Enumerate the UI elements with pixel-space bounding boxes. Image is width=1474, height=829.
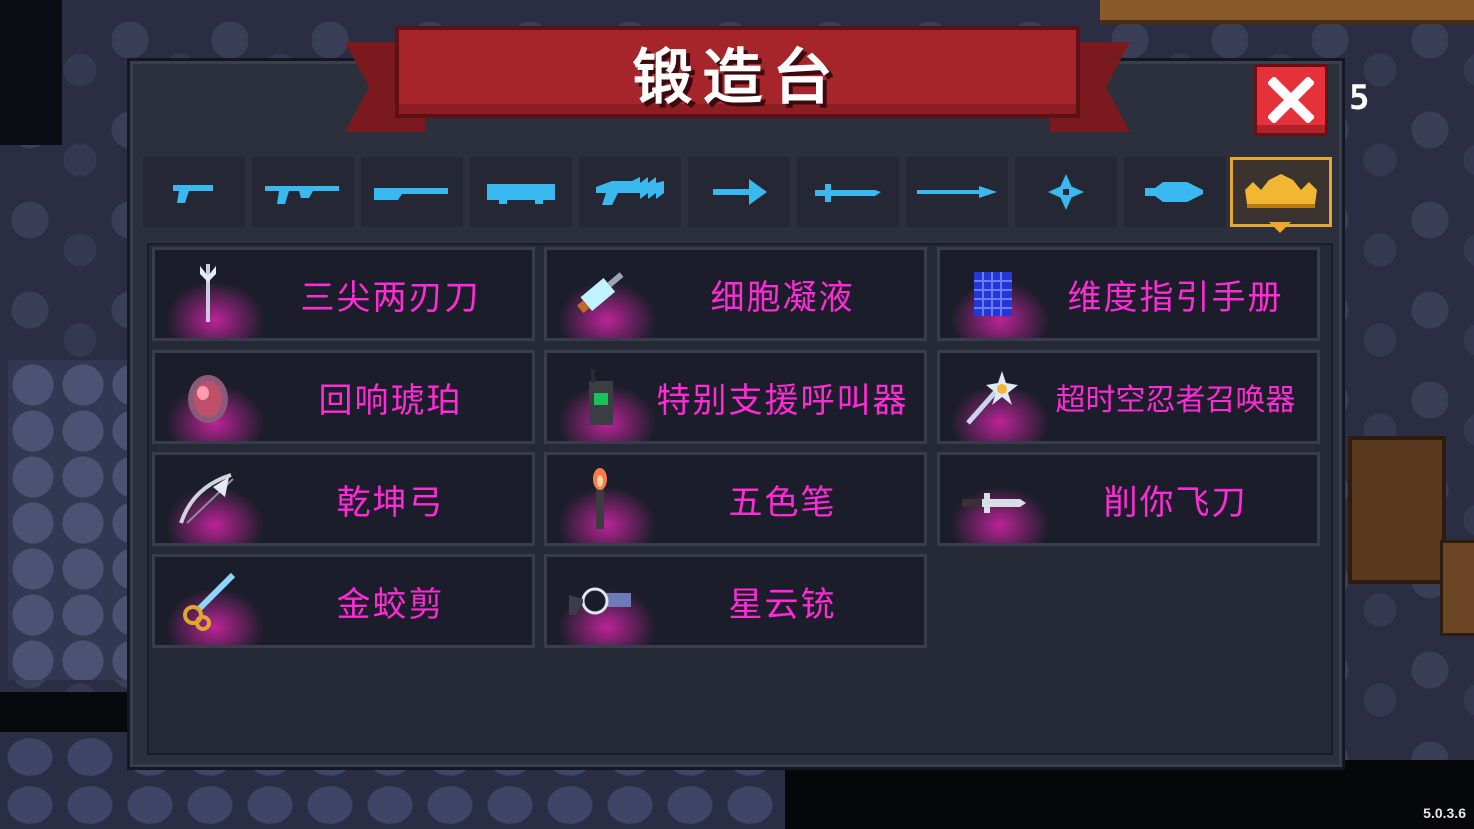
close-button[interactable]	[1254, 64, 1328, 136]
item-label: 金蛟剪	[336, 584, 445, 625]
item-qiankun-bow[interactable]: 乾坤弓	[152, 452, 535, 546]
spear-icon	[917, 186, 997, 198]
tab-rocket-launcher[interactable]	[470, 157, 572, 227]
version-label: 5.0.3.6	[1423, 805, 1466, 821]
shuriken-icon	[1048, 174, 1084, 210]
tab-sword[interactable]	[797, 157, 899, 227]
item-label: 细胞凝液	[710, 277, 855, 318]
item-support-caller[interactable]: 特别支援呼叫器	[544, 350, 927, 444]
star-staff-icon	[966, 371, 1018, 425]
nebula-gun-icon	[569, 587, 631, 615]
fish-staff-icon	[1145, 182, 1203, 202]
syringe-icon	[576, 272, 624, 314]
amber-gem-icon	[188, 375, 228, 423]
pistol-icon	[173, 185, 213, 203]
item-label: 乾坤弓	[336, 482, 445, 523]
item-ninja-summoner[interactable]: 超时空忍者召唤器	[937, 350, 1320, 444]
tab-special[interactable]	[1230, 157, 1332, 227]
item-golden-scissors[interactable]: 金蛟剪	[152, 554, 535, 648]
golden-scissors-icon	[183, 572, 236, 631]
trident-icon	[200, 264, 216, 322]
wooden-shelf	[1100, 0, 1474, 24]
rocket-launcher-icon	[487, 184, 555, 204]
tab-pistol[interactable]	[143, 157, 245, 227]
weapon-crate	[1348, 436, 1446, 584]
stone-wall-left	[8, 360, 128, 680]
hud-counter: 5	[1349, 78, 1370, 118]
close-icon	[1268, 77, 1314, 123]
dungeon-wall-shadow	[0, 0, 62, 145]
torch-brush-icon	[593, 468, 607, 529]
item-trident[interactable]: 三尖两刃刀	[152, 247, 535, 341]
tab-spear[interactable]	[906, 157, 1008, 227]
crown-icon	[1245, 174, 1317, 208]
page-title: 锻造台	[632, 42, 843, 113]
item-label: 维度指引手册	[1067, 277, 1284, 318]
tab-assault-rifle[interactable]	[252, 157, 354, 227]
feather-bow-icon	[179, 473, 234, 524]
item-dimension-guide[interactable]: 维度指引手册	[937, 247, 1320, 341]
item-five-color-brush[interactable]: 五色笔	[544, 452, 927, 546]
grid-book-icon	[974, 272, 1012, 316]
item-flying-knife[interactable]: 削你飞刀	[937, 452, 1320, 546]
tab-shotgun[interactable]	[361, 157, 463, 227]
item-label: 超时空忍者召唤器	[1055, 383, 1296, 418]
assault-rifle-icon	[265, 186, 339, 204]
tab-fish-staff[interactable]	[1124, 157, 1226, 227]
item-echo-amber[interactable]: 回响琥珀	[152, 350, 535, 444]
shotgun-icon	[374, 188, 448, 200]
item-nebula-gun[interactable]: 星云铳	[544, 554, 927, 648]
item-label: 回响琥珀	[318, 380, 463, 421]
item-cell-liquid[interactable]: 细胞凝液	[544, 247, 927, 341]
radio-icon	[589, 369, 613, 425]
item-label: 三尖两刃刀	[300, 277, 481, 318]
laser-gun-icon	[596, 177, 664, 205]
tab-laser-gun[interactable]	[579, 157, 681, 227]
sword-icon	[815, 184, 881, 202]
dungeon-void	[785, 760, 1474, 829]
throwing-knife-icon	[962, 493, 1026, 513]
item-label: 特别支援呼叫器	[656, 380, 909, 421]
active-tab-indicator	[1269, 222, 1291, 233]
item-label: 五色笔	[728, 482, 837, 523]
tab-shuriken[interactable]	[1015, 157, 1117, 227]
title-ribbon: 锻造台	[395, 26, 1080, 118]
item-label: 削你飞刀	[1103, 482, 1248, 523]
tab-bow-arrow[interactable]	[688, 157, 790, 227]
item-label: 星云铳	[728, 584, 837, 625]
wooden-crate	[1440, 540, 1474, 636]
bow-arrow-icon	[713, 179, 767, 205]
